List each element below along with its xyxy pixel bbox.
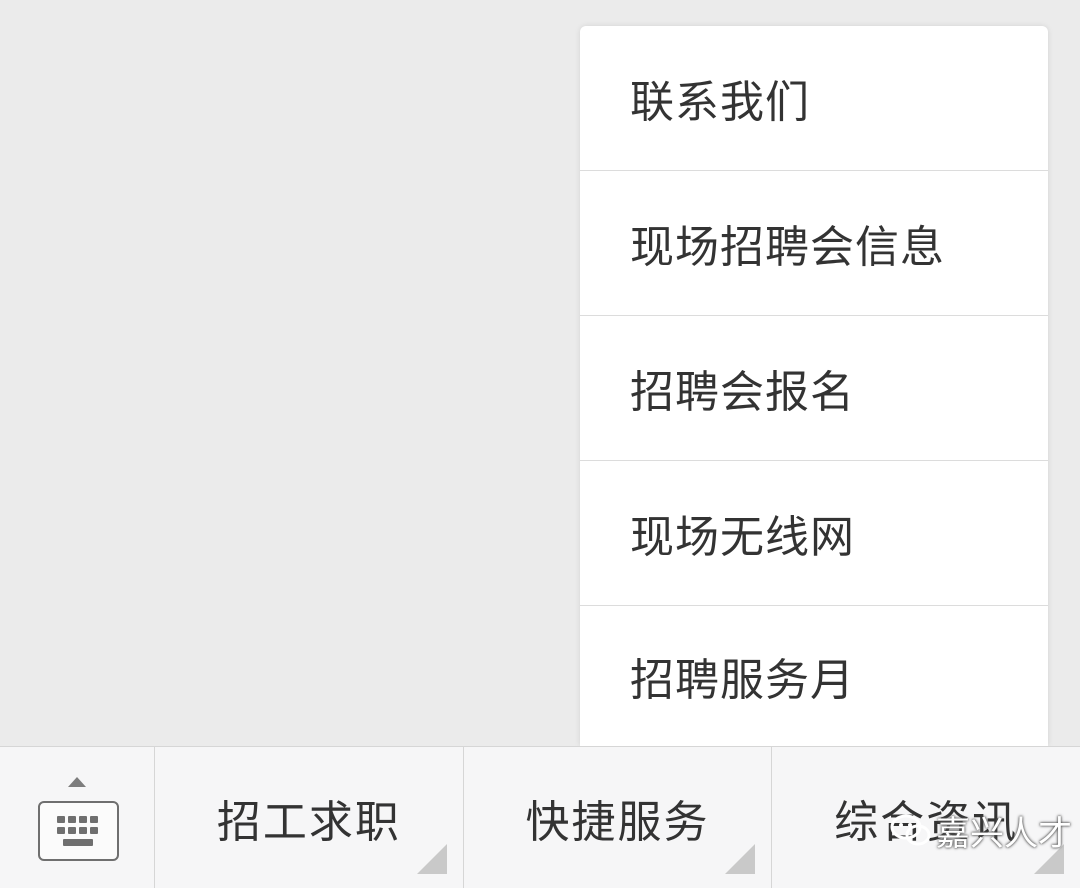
submenu-item-job-fair-registration[interactable]: 招聘会报名 [580,316,1048,461]
submenu-indicator-icon [416,844,447,874]
submenu-indicator-icon [1034,844,1065,874]
menu-button-job-seeking[interactable]: 招工求职 [155,747,464,888]
keyboard-icon [38,801,119,861]
bottom-menu-bar: 招工求职 快捷服务 综合资讯 [0,746,1080,888]
caret-up-icon [68,777,86,787]
submenu-item-recruitment-month[interactable]: 招聘服务月 [580,606,1048,746]
submenu-item-job-fair-info[interactable]: 现场招聘会信息 [580,171,1048,316]
menu-button-news[interactable]: 综合资讯 [772,747,1080,888]
submenu-indicator-icon [725,844,756,874]
submenu-item-label: 现场招聘会信息 [630,222,945,273]
menu-button-label: 快捷服务 [525,796,710,848]
menu-button-quick-service[interactable]: 快捷服务 [464,747,773,888]
submenu-item-label: 招聘会报名 [630,367,855,418]
submenu-item-label: 现场无线网 [630,512,855,563]
submenu-item-label: 联系我们 [630,77,810,128]
submenu-item-onsite-wifi[interactable]: 现场无线网 [580,461,1048,606]
quick-service-submenu: 联系我们 现场招聘会信息 招聘会报名 现场无线网 招聘服务月 [580,26,1048,746]
submenu-item-label: 招聘服务月 [630,655,855,706]
keyboard-toggle-button[interactable] [0,747,155,888]
submenu-item-contact-us[interactable]: 联系我们 [580,26,1048,171]
menu-button-label: 招工求职 [216,796,401,848]
menu-button-label: 综合资讯 [834,796,1019,848]
